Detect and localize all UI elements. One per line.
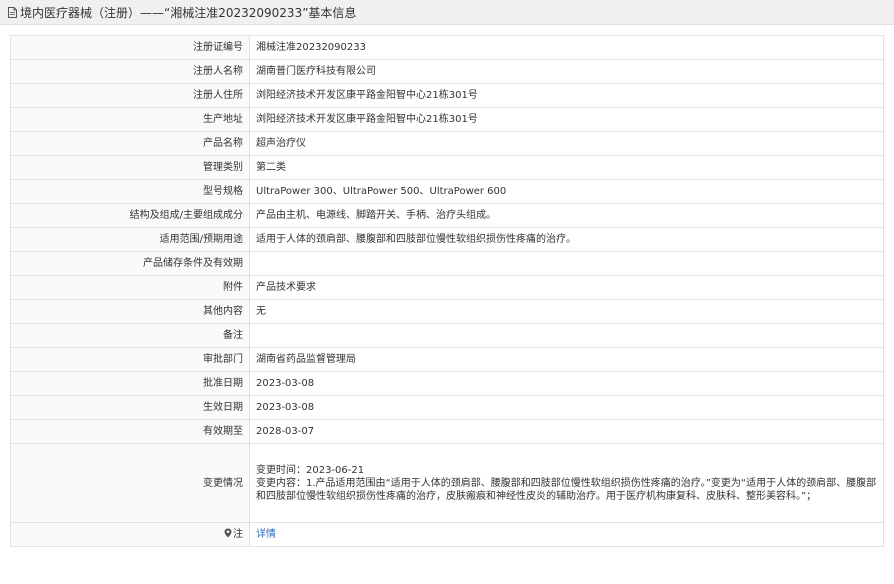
field-value	[249, 251, 884, 276]
field-label: 注册人名称	[10, 59, 250, 84]
field-label: 生效日期	[10, 395, 250, 420]
field-value: 湖南普门医疗科技有限公司	[249, 59, 884, 84]
table-row: 注册证编号 湘械注准20232090233	[10, 35, 884, 60]
table-row-note: 注 详情	[10, 522, 884, 547]
page-header: 境内医疗器械（注册）——“湘械注准20232090233”基本信息	[0, 0, 894, 25]
field-label: 其他内容	[10, 299, 250, 324]
note-label: 注	[233, 529, 243, 540]
table-row-change: 变更情况 变更时间：2023-06-21 变更内容：1.产品适用范围由“适用于人…	[10, 443, 884, 523]
field-label: 附件	[10, 275, 250, 300]
table-row: 批准日期 2023-03-08	[10, 371, 884, 396]
document-icon	[8, 6, 17, 18]
field-label: 产品储存条件及有效期	[10, 251, 250, 276]
table-row: 有效期至 2028-03-07	[10, 419, 884, 444]
field-value: 超声治疗仪	[249, 131, 884, 156]
pin-icon	[224, 528, 232, 538]
table-row: 产品名称 超声治疗仪	[10, 131, 884, 156]
field-value: 湖南省药品监督管理局	[249, 347, 884, 372]
table-row: 型号规格 UltraPower 300、UltraPower 500、UltraP…	[10, 179, 884, 204]
field-value: 2023-03-08	[249, 395, 884, 420]
table-row: 注册人住所 浏阳经济技术开发区康平路金阳智中心21栋301号	[10, 83, 884, 108]
table-row: 附件 产品技术要求	[10, 275, 884, 300]
field-value: 产品由主机、电源线、脚踏开关、手柄、治疗头组成。	[249, 203, 884, 228]
table-row: 生效日期 2023-03-08	[10, 395, 884, 420]
table-row: 生产地址 浏阳经济技术开发区康平路金阳智中心21栋301号	[10, 107, 884, 132]
field-label: 生产地址	[10, 107, 250, 132]
detail-link[interactable]: 详情	[256, 529, 276, 540]
note-label-cell: 注	[10, 522, 250, 547]
field-value: 浏阳经济技术开发区康平路金阳智中心21栋301号	[249, 107, 884, 132]
field-label: 批准日期	[10, 371, 250, 396]
change-content: 变更内容：1.产品适用范围由“适用于人体的颈肩部、腰腹部和四肢部位慢性软组织损伤…	[256, 477, 877, 502]
field-label: 产品名称	[10, 131, 250, 156]
field-value: 浏阳经济技术开发区康平路金阳智中心21栋301号	[249, 83, 884, 108]
change-label: 变更情况	[10, 443, 250, 523]
field-label: 结构及组成/主要组成成分	[10, 203, 250, 228]
field-value: 2028-03-07	[249, 419, 884, 444]
page-title: 境内医疗器械（注册）——“湘械注准20232090233”基本信息	[20, 5, 357, 20]
table-row: 审批部门 湖南省药品监督管理局	[10, 347, 884, 372]
table-row: 管理类别 第二类	[10, 155, 884, 180]
info-table: 注册证编号 湘械注准20232090233 注册人名称 湖南普门医疗科技有限公司 注册人…	[10, 35, 884, 547]
field-value: 2023-03-08	[249, 371, 884, 396]
table-row: 结构及组成/主要组成成分 产品由主机、电源线、脚踏开关、手柄、治疗头组成。	[10, 203, 884, 228]
table-row: 备注	[10, 323, 884, 348]
field-value: 湘械注准20232090233	[249, 35, 884, 60]
field-value: 适用于人体的颈肩部、腰腹部和四肢部位慢性软组织损伤性疼痛的治疗。	[249, 227, 884, 252]
field-value	[249, 323, 884, 348]
note-value: 详情	[249, 522, 884, 547]
field-value: 第二类	[249, 155, 884, 180]
field-value: 无	[249, 299, 884, 324]
table-row: 产品储存条件及有效期	[10, 251, 884, 276]
change-time: 变更时间：2023-06-21	[256, 464, 365, 476]
field-label: 有效期至	[10, 419, 250, 444]
field-label: 型号规格	[10, 179, 250, 204]
field-value: 产品技术要求	[249, 275, 884, 300]
field-label: 适用范围/预期用途	[10, 227, 250, 252]
change-value: 变更时间：2023-06-21 变更内容：1.产品适用范围由“适用于人体的颈肩部…	[249, 443, 884, 523]
field-label: 注册证编号	[10, 35, 250, 60]
table-row: 其他内容无	[10, 299, 884, 324]
field-label: 管理类别	[10, 155, 250, 180]
table-row: 注册人名称 湖南普门医疗科技有限公司	[10, 59, 884, 84]
field-label: 审批部门	[10, 347, 250, 372]
field-label: 备注	[10, 323, 250, 348]
table-row: 适用范围/预期用途 适用于人体的颈肩部、腰腹部和四肢部位慢性软组织损伤性疼痛的治疗…	[10, 227, 884, 252]
field-value: UltraPower 300、UltraPower 500、UltraPower…	[249, 179, 884, 204]
field-label: 注册人住所	[10, 83, 250, 108]
